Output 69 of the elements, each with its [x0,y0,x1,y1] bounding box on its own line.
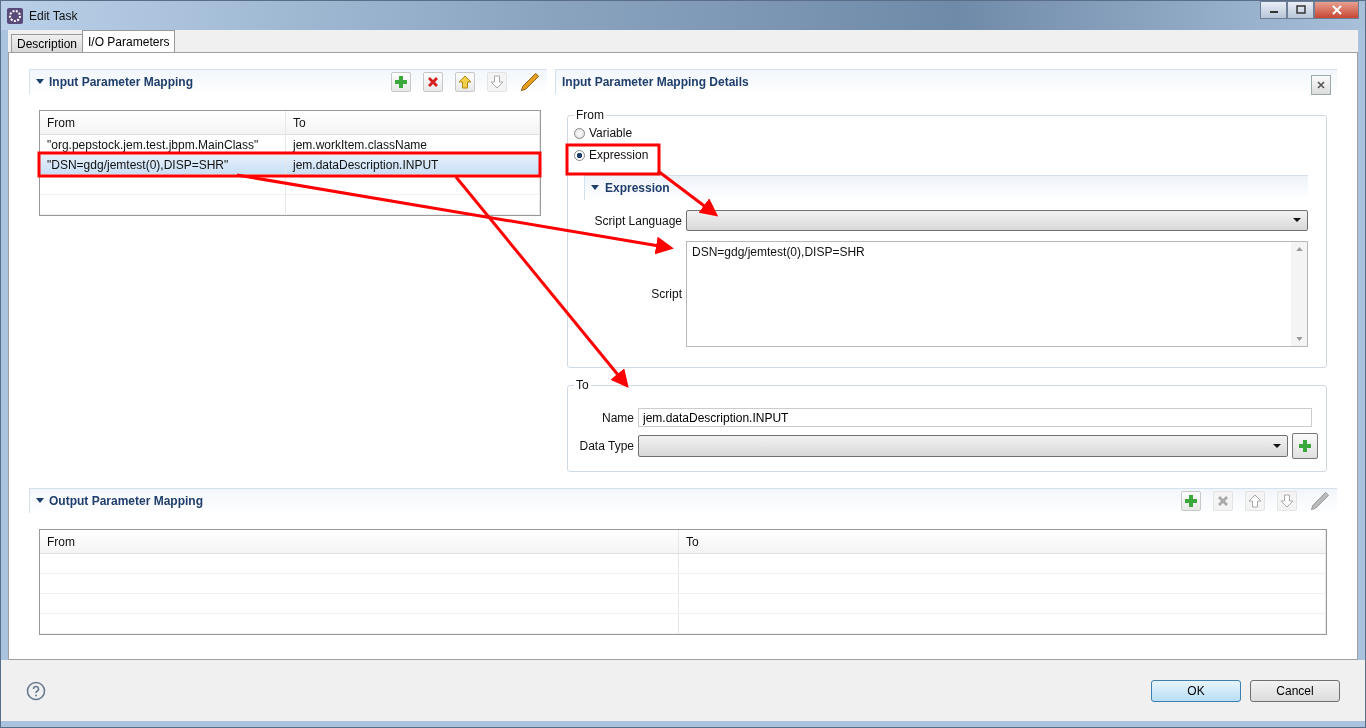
radio-label: Variable [589,126,633,140]
close-button[interactable] [1314,1,1359,19]
maximize-icon [1295,5,1306,15]
cross-icon [1216,494,1230,508]
radio-button[interactable]: Expression [574,144,1318,166]
input-field[interactable]: jem.dataDescription.INPUT [638,408,1312,427]
column-header[interactable]: From [40,530,679,553]
column-header[interactable]: To [286,111,540,134]
plus-icon [1298,439,1312,453]
table-cell: "DSN=gdg/jemtest(0),DISP=SHR" [40,155,286,174]
script-text: DSN=gdg/jemtest(0),DISP=SHR [691,244,866,261]
collapse-icon[interactable] [591,185,599,191]
close-icon [1331,5,1342,15]
delete-button[interactable] [423,72,443,92]
column-header[interactable]: To [679,530,1326,553]
field-label: Data Type [578,439,634,453]
section-title: Input Parameter Mapping Details [562,75,749,89]
text-area[interactable]: DSN=gdg/jemtest(0),DISP=SHR [686,241,1308,347]
tab[interactable]: Description [11,34,84,52]
add-button[interactable] [1292,433,1318,459]
add-button[interactable] [1181,491,1201,511]
field-label: Script Language [593,213,683,228]
group-label: From [575,108,605,122]
caret-icon [1273,443,1281,449]
section-title: Expression [605,181,670,195]
minimize-button[interactable] [1260,1,1287,19]
app-icon [7,7,23,24]
maximize-button[interactable] [1287,1,1314,19]
down-arrow-icon [1280,494,1294,508]
dropdown[interactable] [638,435,1288,457]
table-cell: jem.dataDescription.INPUT [286,155,540,174]
dropdown[interactable] [686,210,1308,231]
scroll-down-icon[interactable] [1295,337,1303,341]
help-button[interactable] [26,680,46,701]
collapse-icon[interactable] [36,79,44,85]
window-title: Edit Task [29,8,78,23]
radio-circle[interactable] [574,149,585,161]
tab[interactable]: I/O Parameters [82,30,176,52]
field-label: Name [601,410,634,425]
up-arrow-icon [1248,494,1262,508]
close-icon [1316,80,1326,90]
edit-button[interactable] [519,71,541,93]
section-title: Input Parameter Mapping [49,75,194,89]
radio-button[interactable]: Variable [574,122,1318,144]
ok-button[interactable]: OK [1151,679,1241,702]
group-label: To [575,378,590,392]
up-button[interactable] [455,72,475,92]
field-label: Script [650,287,683,301]
collapse-icon[interactable] [36,498,44,504]
plus-icon [394,75,408,89]
radio-circle[interactable] [574,127,585,139]
table-cell: jem.workItem.className [286,135,540,154]
cross-icon [426,75,440,89]
add-button[interactable] [391,72,411,92]
scroll-up-icon[interactable] [1295,247,1303,251]
radio-label: Expression [589,148,649,162]
down-arrow-icon [490,75,504,89]
cancel-button[interactable]: Cancel [1250,679,1340,702]
pencil-icon [1310,491,1330,511]
up-arrow-icon [458,75,472,89]
close-button[interactable] [1311,75,1331,95]
pencil-icon [520,72,540,92]
column-header[interactable]: From [40,111,286,134]
table-cell: "org.pepstock.jem.test.jbpm.MainClass" [40,135,286,154]
section-title: Output Parameter Mapping [49,494,203,508]
caret-icon [1293,218,1301,223]
table-row[interactable]: "DSN=gdg/jemtest(0),DISP=SHR" jem.dataDescription.INPUT [40,155,540,175]
scrollbar[interactable] [1291,242,1307,346]
plus-icon [1184,494,1198,508]
